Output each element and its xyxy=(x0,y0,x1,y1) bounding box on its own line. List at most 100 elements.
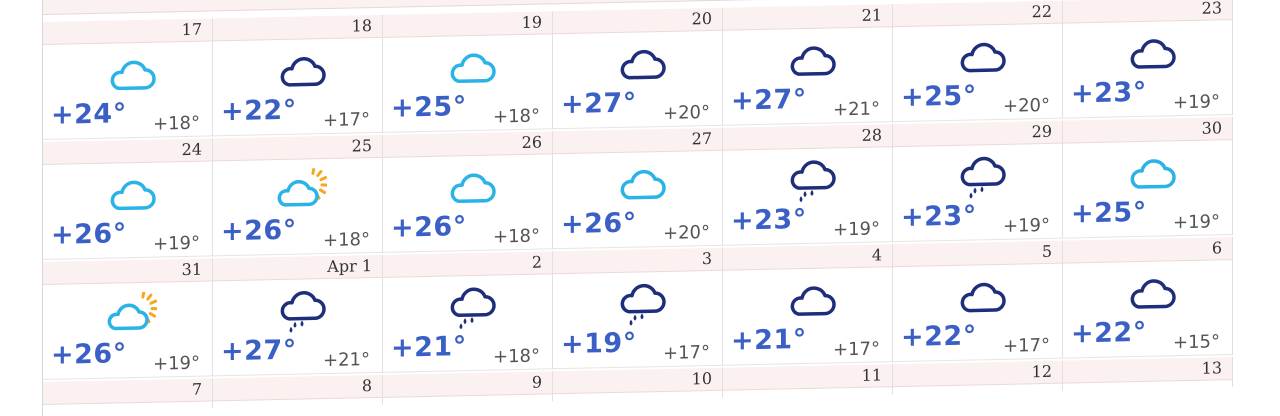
high-temperature: +23° xyxy=(901,200,977,234)
cloud-light-icon xyxy=(445,164,497,209)
high-temperature: +21° xyxy=(391,331,467,364)
partly-sunny-icon xyxy=(275,167,329,213)
partly-sunny-icon xyxy=(105,290,159,337)
day-cell[interactable]: 10 xyxy=(553,367,723,402)
high-temperature: +19° xyxy=(561,327,637,361)
high-temperature: +26° xyxy=(391,211,467,244)
low-temperature: +15° xyxy=(1173,331,1220,354)
low-temperature: +17° xyxy=(663,342,710,364)
high-temperature: +25° xyxy=(391,91,467,124)
day-cell[interactable]: 26 +26° +18° xyxy=(383,131,553,253)
low-temperature: +19° xyxy=(1003,214,1050,237)
low-temperature: +18° xyxy=(493,105,540,128)
day-cell[interactable]: 31 +26° +19° xyxy=(43,258,213,380)
cloud-dark-icon xyxy=(1125,30,1177,75)
rain-cloud-icon xyxy=(445,284,497,330)
low-temperature: +19° xyxy=(153,352,200,375)
low-temperature: +21° xyxy=(323,349,370,372)
day-cell[interactable]: 19 +25° +18° xyxy=(383,11,553,133)
day-date: 26 xyxy=(383,131,552,158)
day-cell[interactable]: 30 +25° +19° xyxy=(1063,117,1233,239)
day-date: 31 xyxy=(43,258,212,285)
day-cell[interactable]: 13 xyxy=(1063,357,1233,391)
low-temperature: +17° xyxy=(323,109,370,132)
day-cell[interactable]: 25 +26° +18° xyxy=(213,134,383,257)
day-cell[interactable]: 6 +22° +15° xyxy=(1063,237,1233,359)
high-temperature: +24° xyxy=(51,98,127,131)
day-cell[interactable]: 20 +27° +20° xyxy=(553,7,723,130)
high-temperature: +22° xyxy=(901,320,977,354)
rain-cloud-icon xyxy=(275,288,327,333)
day-date: 9 xyxy=(383,371,552,398)
day-date: 7 xyxy=(43,378,212,405)
high-temperature: +27° xyxy=(221,334,297,368)
day-date: 2 xyxy=(383,251,552,278)
day-date: 19 xyxy=(383,11,552,38)
day-date: 21 xyxy=(723,4,892,31)
low-temperature: +19° xyxy=(153,232,200,255)
day-cell[interactable]: 24 +26° +19° xyxy=(43,138,213,260)
high-temperature: +26° xyxy=(561,207,637,241)
day-date: 30 xyxy=(1063,117,1232,144)
day-date: 17 xyxy=(43,18,212,45)
day-cell[interactable]: 27 +26° +20° xyxy=(553,127,723,250)
day-date: 18 xyxy=(213,14,382,42)
high-temperature: +23° xyxy=(731,203,807,237)
day-date: 11 xyxy=(723,364,892,391)
high-temperature: +22° xyxy=(1071,316,1147,350)
high-temperature: +25° xyxy=(1071,196,1147,230)
day-cell[interactable]: 7 xyxy=(43,378,213,412)
day-cell[interactable]: 29 +23° +19° xyxy=(893,120,1063,243)
high-temperature: +21° xyxy=(731,323,807,357)
cloud-dark-icon xyxy=(955,274,1007,319)
cloud-dark-icon xyxy=(955,34,1007,79)
day-date: 27 xyxy=(553,127,722,155)
high-temperature: +26° xyxy=(51,218,127,251)
day-date: 20 xyxy=(553,7,722,35)
day-cell[interactable]: 12 xyxy=(893,360,1063,395)
day-date: 12 xyxy=(893,360,1062,388)
cloud-light-icon xyxy=(445,44,497,89)
day-cell[interactable]: 23 +23° +19° xyxy=(1063,0,1233,119)
day-cell[interactable]: 2 +21° +18° xyxy=(383,251,553,373)
low-temperature: +17° xyxy=(1003,334,1050,357)
low-temperature: +17° xyxy=(833,338,880,361)
cloud-light-icon xyxy=(105,52,157,97)
week-row-1: 17 +24° +18° 18 +22° +17° 19 +25° +18° 20 +27° +20°… xyxy=(43,0,1233,140)
day-cell[interactable]: 28 +23° +19° xyxy=(723,124,893,246)
cloud-dark-icon xyxy=(785,37,837,82)
day-date: 5 xyxy=(893,240,1062,268)
day-date: 22 xyxy=(893,0,1062,28)
day-date: 29 xyxy=(893,120,1062,148)
rain-cloud-icon xyxy=(785,157,837,203)
low-temperature: +18° xyxy=(323,229,370,252)
day-cell[interactable]: 5 +22° +17° xyxy=(893,240,1063,363)
day-date: Apr 1 xyxy=(213,254,382,282)
cloud-dark-icon xyxy=(785,277,837,322)
cloud-dark-icon xyxy=(615,41,667,86)
day-date: 3 xyxy=(553,247,722,275)
low-temperature: +19° xyxy=(833,218,880,241)
day-cell[interactable]: Apr 1 +27° +21° xyxy=(213,254,383,377)
high-temperature: +27° xyxy=(731,83,807,117)
high-temperature: +27° xyxy=(561,87,637,121)
day-cell[interactable]: 17 +24° +18° xyxy=(43,18,213,140)
cloud-dark-icon xyxy=(1125,270,1177,315)
day-date: 10 xyxy=(553,367,722,395)
day-date: 23 xyxy=(1063,0,1232,24)
day-cell[interactable]: 4 +21° +17° xyxy=(723,244,893,366)
high-temperature: +23° xyxy=(1071,76,1147,110)
low-temperature: +20° xyxy=(663,222,710,244)
day-cell[interactable]: 18 +22° +17° xyxy=(213,14,383,137)
day-cell[interactable]: 8 xyxy=(213,374,383,409)
day-cell[interactable]: 9 xyxy=(383,371,553,405)
cloud-light-icon xyxy=(105,172,157,217)
day-cell[interactable]: 3 +19° +17° xyxy=(553,247,723,370)
weather-calendar: 17 +24° +18° 18 +22° +17° 19 +25° +18° 20 +27° +20°… xyxy=(42,0,1233,416)
low-temperature: +19° xyxy=(1173,211,1220,234)
day-cell[interactable]: 22 +25° +20° xyxy=(893,0,1063,123)
day-cell[interactable]: 21 +27° +21° xyxy=(723,4,893,126)
day-cell[interactable]: 11 xyxy=(723,364,893,398)
low-temperature: +19° xyxy=(1173,91,1220,114)
low-temperature: +18° xyxy=(493,225,540,248)
